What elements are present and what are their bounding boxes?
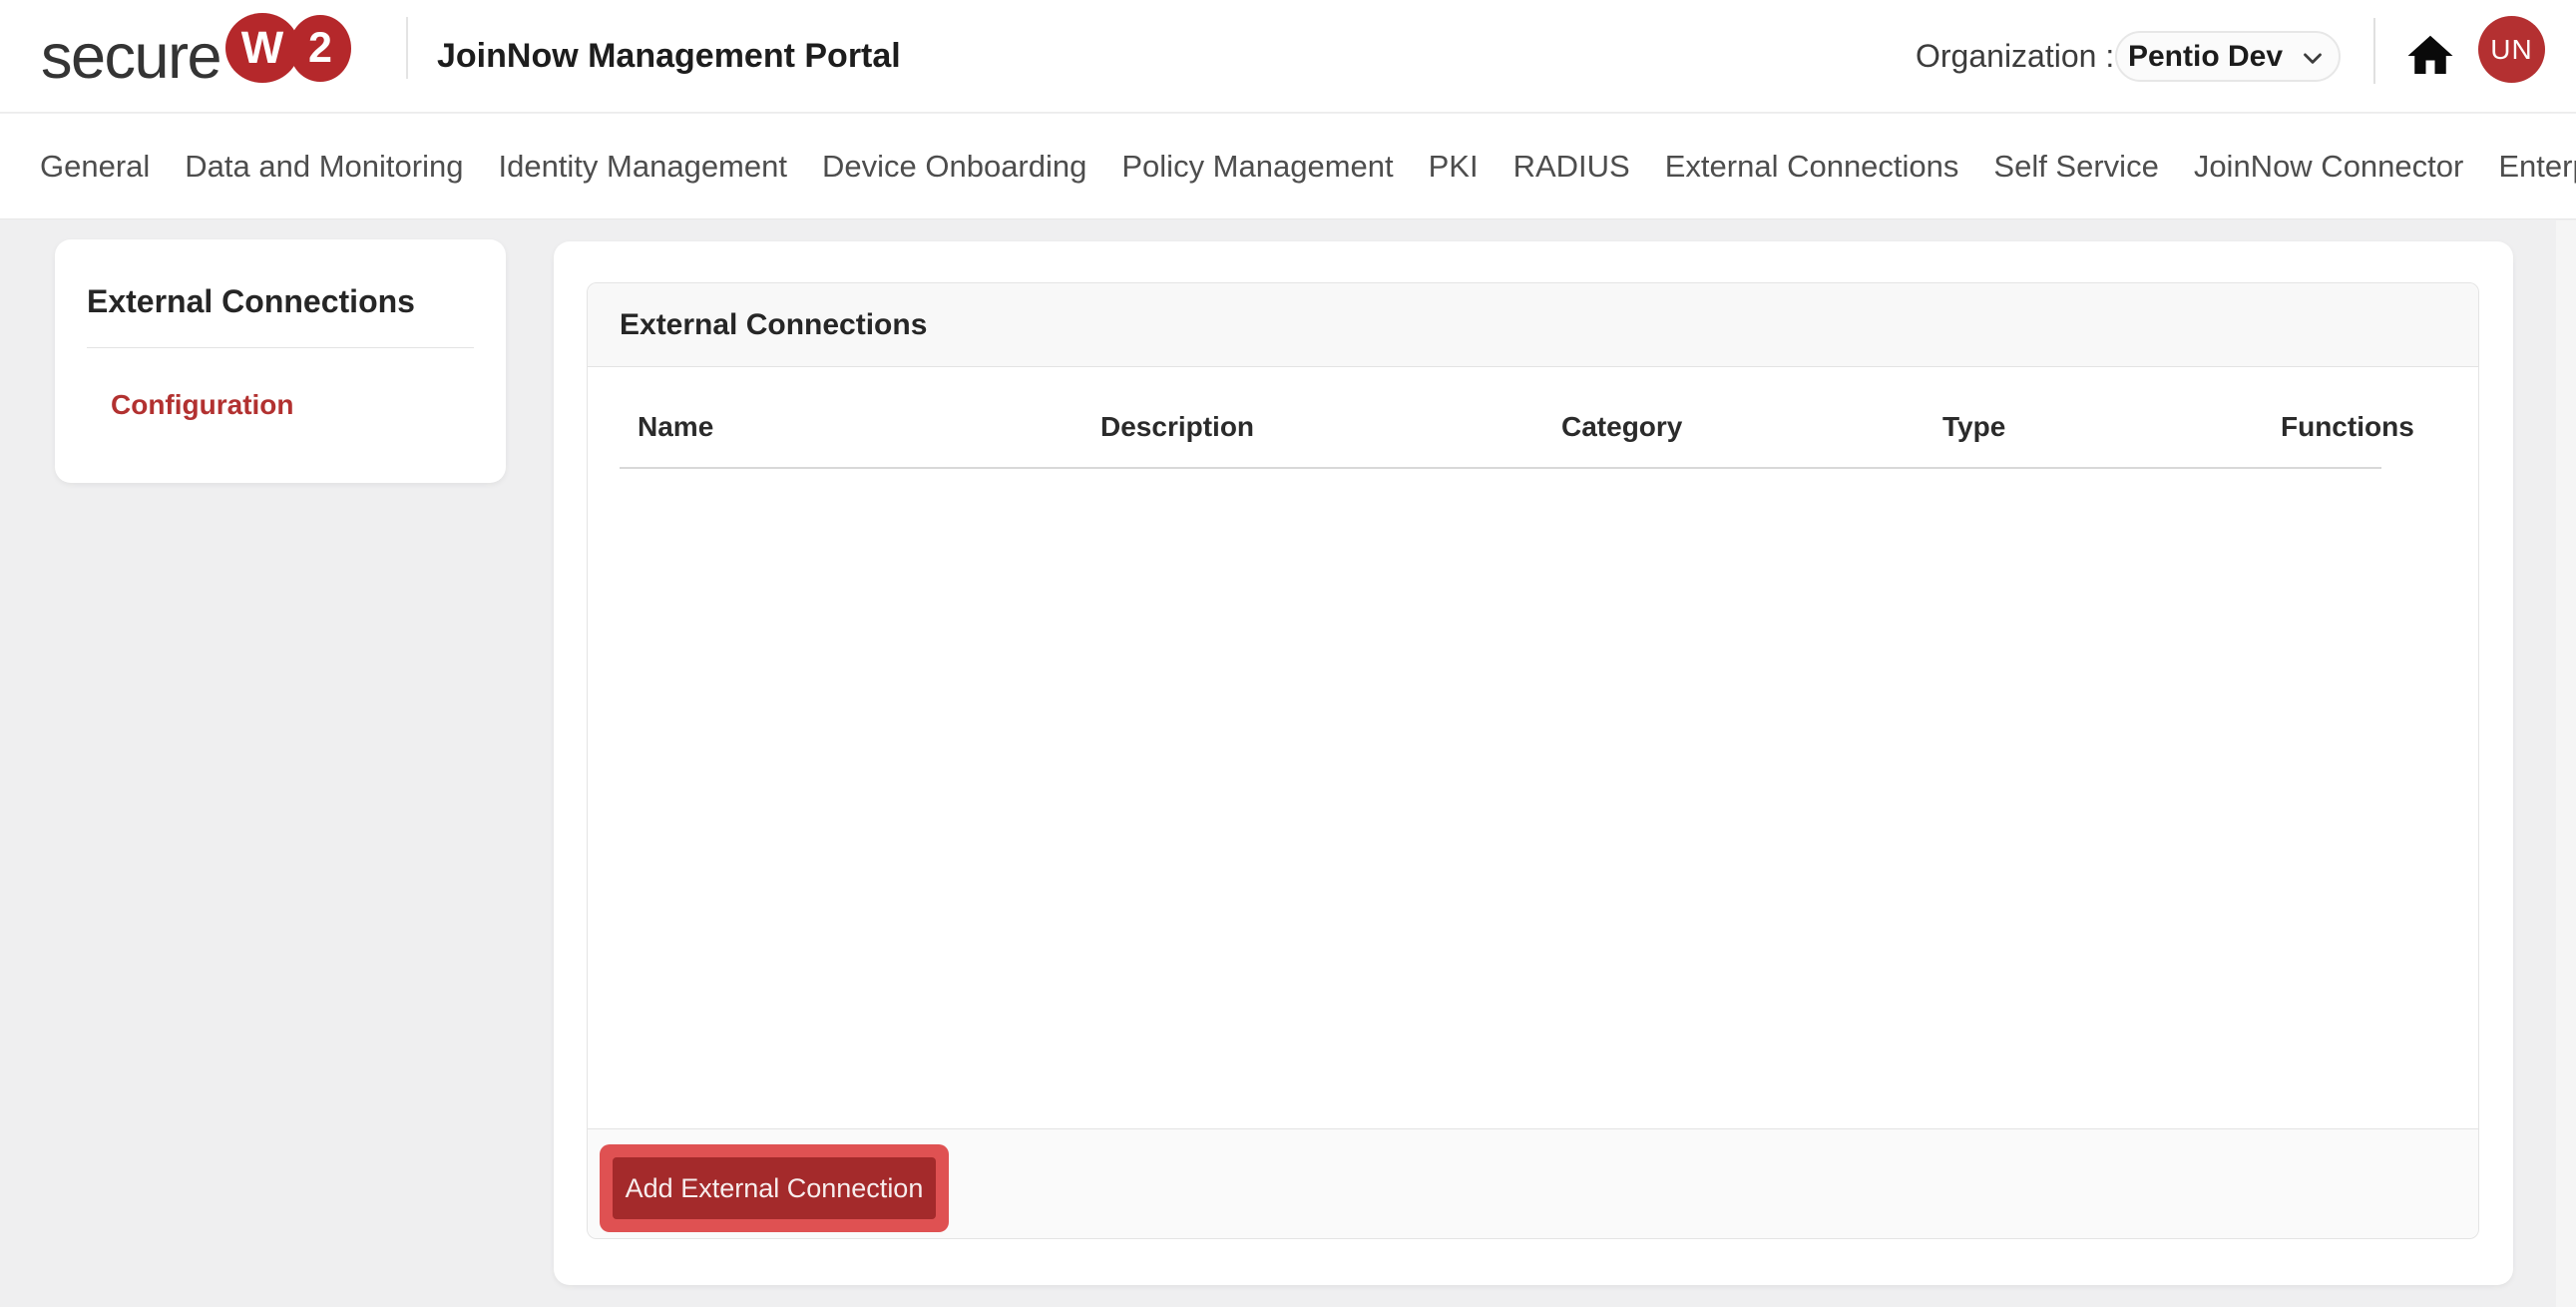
nav-item-data-and-monitoring[interactable]: Data and Monitoring	[185, 149, 463, 185]
sidebar-panel: External Connections Configuration	[55, 239, 506, 483]
organization-selector[interactable]: Pentio Dev	[2115, 31, 2341, 82]
home-icon	[2403, 29, 2457, 83]
sidebar-title: External Connections	[87, 283, 415, 320]
user-avatar[interactable]: UN	[2478, 16, 2545, 83]
column-header-category: Category	[1561, 411, 1942, 443]
nav-item-radius[interactable]: RADIUS	[1513, 149, 1630, 185]
panel-title: External Connections	[620, 308, 927, 342]
securew2-logo: secure W 2	[0, 0, 419, 113]
securew2-logo-w-badge: W	[225, 13, 299, 83]
nav-item-external-connections[interactable]: External Connections	[1665, 149, 1959, 185]
nav-item-pki[interactable]: PKI	[1429, 149, 1479, 185]
nav-item-self-service[interactable]: Self Service	[1993, 149, 2158, 185]
nav-item-joinnow-connector[interactable]: JoinNow Connector	[2194, 149, 2464, 185]
table-header-row: Name Description Category Type Functions	[620, 411, 2381, 469]
sidebar-item-configuration[interactable]: Configuration	[111, 389, 294, 421]
panel-footer: Add External Connection	[588, 1128, 2478, 1238]
securew2-logo-text: secure	[41, 0, 220, 113]
column-header-description: Description	[1100, 411, 1561, 443]
nav-item-identity-management[interactable]: Identity Management	[498, 149, 787, 185]
sidebar-divider	[87, 347, 474, 348]
organization-label: Organization :	[1916, 0, 2114, 113]
app-header: secure W 2 JoinNow Management Portal Org…	[0, 0, 2576, 113]
column-header-type: Type	[1942, 411, 2281, 443]
main-panel: External Connections Name Description Ca…	[554, 241, 2513, 1285]
nav-item-policy-management[interactable]: Policy Management	[1121, 149, 1393, 185]
external-connections-box: External Connections Name Description Ca…	[587, 282, 2479, 1239]
header-logo-divider	[406, 17, 408, 79]
securew2-logo-2-badge: 2	[289, 15, 351, 82]
external-connections-box-header: External Connections	[588, 283, 2478, 367]
main-nav: General Data and Monitoring Identity Man…	[0, 114, 2576, 219]
home-button[interactable]	[2400, 26, 2460, 86]
add-external-connection-button-focus-ring: Add External Connection	[600, 1144, 949, 1232]
add-external-connection-button[interactable]: Add External Connection	[613, 1157, 936, 1219]
chevron-down-icon	[2298, 40, 2328, 73]
portal-title: JoinNow Management Portal	[437, 0, 901, 113]
nav-item-general[interactable]: General	[40, 149, 150, 185]
page-scrollbar-track[interactable]	[2556, 220, 2576, 1307]
table-body-empty	[588, 469, 2478, 1122]
column-header-functions: Functions	[2281, 411, 2414, 443]
header-vertical-divider	[2373, 18, 2375, 84]
nav-item-device-onboarding[interactable]: Device Onboarding	[822, 149, 1086, 185]
nav-item-enterprise-client[interactable]: Enterprise Client	[2498, 149, 2576, 185]
column-header-name: Name	[620, 411, 1100, 443]
organization-value: Pentio Dev	[2128, 40, 2283, 74]
